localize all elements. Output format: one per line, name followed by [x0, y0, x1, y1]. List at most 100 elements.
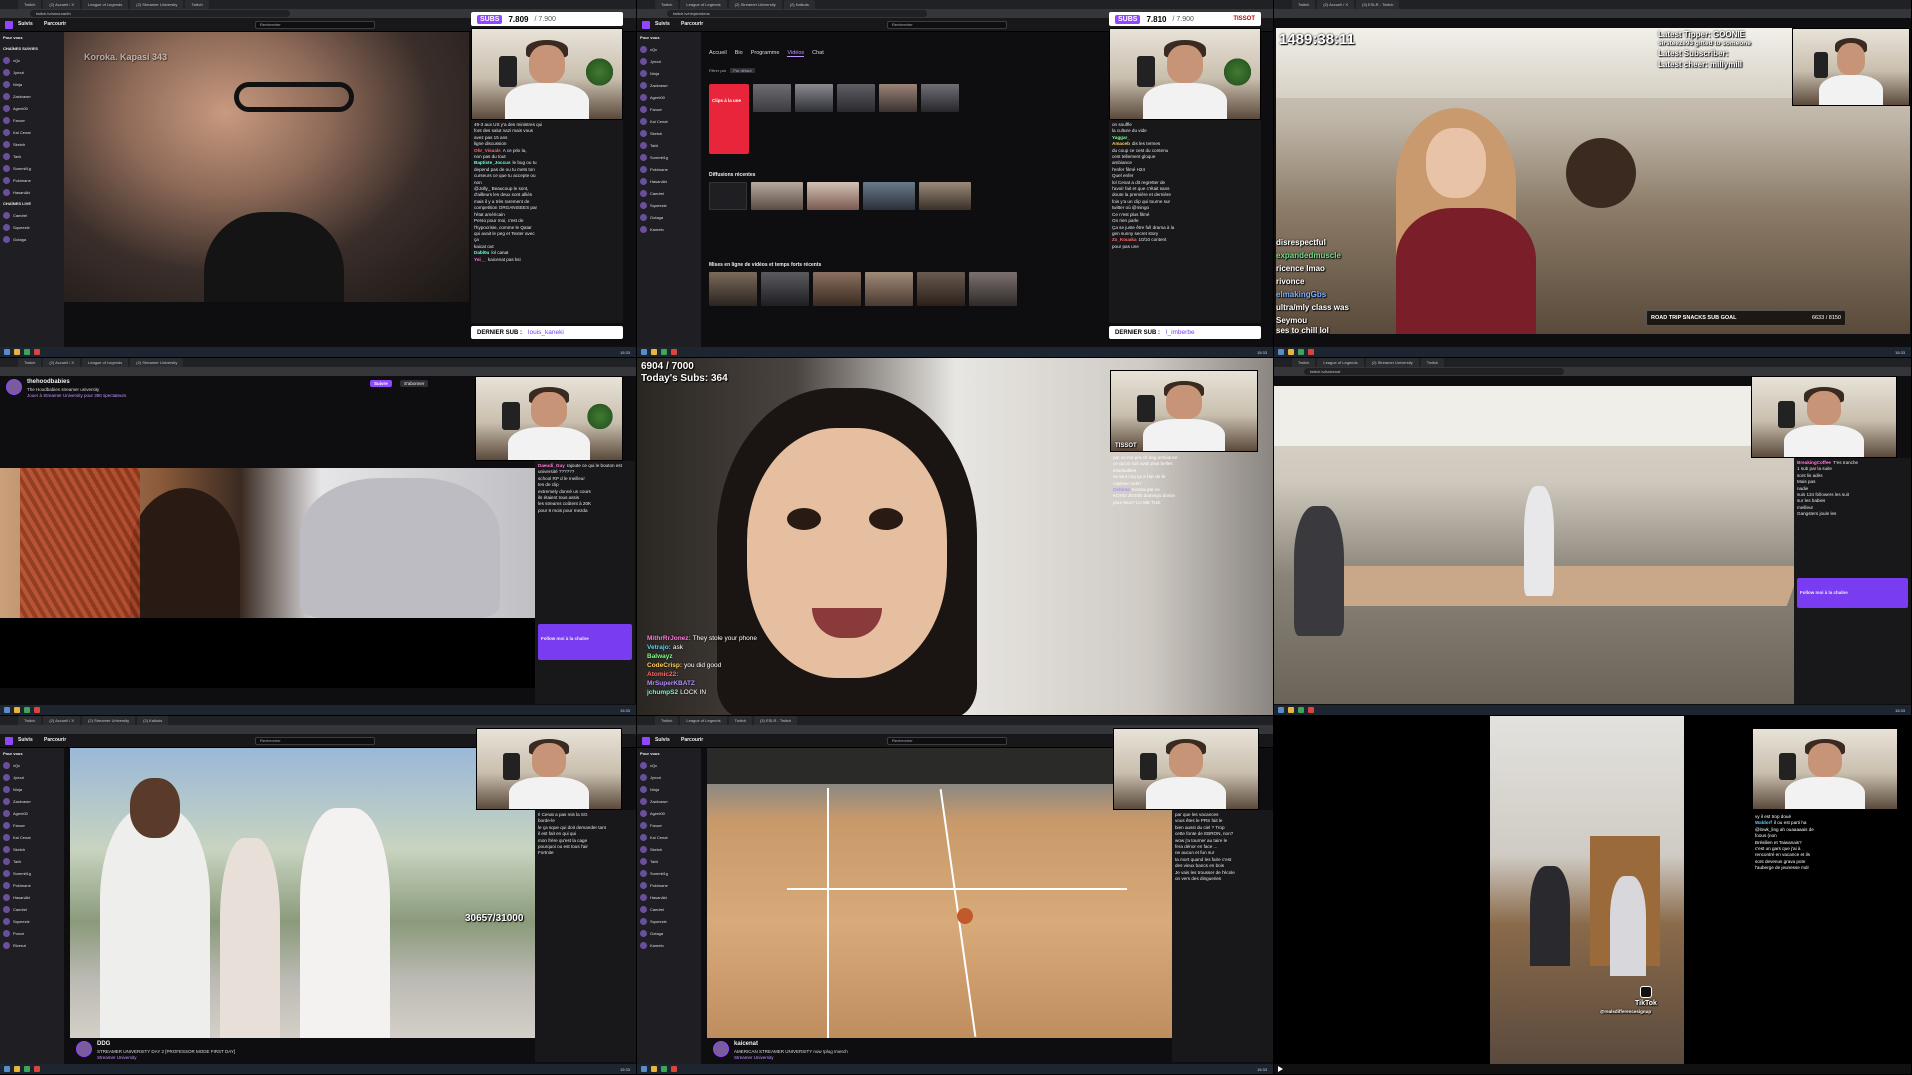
- browser-tab[interactable]: (3) ESLR - Twitch: [753, 716, 798, 725]
- sidebar-item[interactable]: Zackrawrr: [637, 79, 701, 91]
- chat-username[interactable]: MrSuperKBATZ: [647, 680, 695, 687]
- browser-tab[interactable]: Twitch: [728, 716, 752, 725]
- video-thumbnail[interactable]: [753, 84, 791, 112]
- tab-videos[interactable]: Vidéos: [787, 50, 805, 57]
- nav-following[interactable]: Suivis: [18, 737, 33, 743]
- sidebar-item[interactable]: Fanum: [0, 114, 64, 126]
- channel-avatar[interactable]: [713, 1041, 729, 1057]
- search-input[interactable]: Rechercher: [887, 737, 1007, 745]
- sidebar-item[interactable]: Kai Cenat: [0, 126, 64, 138]
- video-thumbnail[interactable]: [807, 182, 859, 210]
- stream-video[interactable]: 30657/31000: [70, 748, 535, 1038]
- sidebar-item[interactable]: xQc: [0, 54, 64, 66]
- twitch-logo-icon[interactable]: [5, 737, 13, 745]
- chrome-icon[interactable]: [661, 1066, 667, 1072]
- sidebar-item[interactable]: Gotaga: [637, 211, 701, 223]
- sidebar-item[interactable]: Sketch: [637, 843, 701, 855]
- sidebar-item[interactable]: Kai Cenat: [637, 831, 701, 843]
- windows-start-icon[interactable]: [1278, 707, 1284, 713]
- browser-tab[interactable]: Twitch: [18, 716, 42, 725]
- browser-tab[interactable]: League of Legends: [680, 716, 727, 725]
- sidebar-item[interactable]: Kai Cenat: [0, 831, 64, 843]
- folder-icon[interactable]: [1288, 349, 1294, 355]
- folder-icon[interactable]: [651, 349, 657, 355]
- browser-tab[interactable]: Twitch: [185, 0, 209, 9]
- sort-dropdown[interactable]: Par défaut: [730, 68, 755, 73]
- sidebar-item[interactable]: Summit1g: [0, 867, 64, 879]
- sidebar-item[interactable]: xQc: [637, 759, 701, 771]
- sidebar-item[interactable]: Ponce: [0, 927, 64, 939]
- video-thumbnail[interactable]: [709, 272, 757, 306]
- chrome-icon[interactable]: [24, 349, 30, 355]
- sidebar-item[interactable]: Summit1g: [637, 151, 701, 163]
- channel-name[interactable]: kaicenat: [734, 1041, 758, 1047]
- sidebar-item[interactable]: Pokimane: [0, 879, 64, 891]
- browser-tab[interactable]: (2) Accueil / X: [43, 716, 81, 725]
- chat-username[interactable]: Yoi__: [474, 257, 486, 262]
- sidebar-item[interactable]: Ninja: [0, 78, 64, 90]
- video-thumbnail[interactable]: [837, 84, 875, 112]
- video-thumbnail[interactable]: [751, 182, 803, 210]
- sidebar-item[interactable]: Agent00: [0, 807, 64, 819]
- browser-tab[interactable]: Twitch: [1292, 0, 1316, 9]
- video-thumbnail[interactable]: [863, 182, 915, 210]
- browser-tab[interactable]: Twitch: [1292, 358, 1316, 367]
- video-thumbnail[interactable]: [879, 84, 917, 112]
- sidebar-item[interactable]: Summit1g: [0, 162, 64, 174]
- channel-avatar[interactable]: [76, 1041, 92, 1057]
- video-thumbnail[interactable]: [709, 182, 747, 210]
- browser-tab[interactable]: (2) Accueil / X: [1317, 0, 1355, 9]
- app-icon[interactable]: [34, 349, 40, 355]
- chat-username[interactable]: Oshima: [1113, 487, 1130, 492]
- app-icon[interactable]: [34, 707, 40, 713]
- browser-tab[interactable]: Twitch: [18, 0, 42, 9]
- browser-tab[interactable]: (2) Streamer University: [130, 0, 184, 9]
- video-thumbnail[interactable]: [917, 272, 965, 306]
- chat-username[interactable]: Baptiste_Joccus: [474, 160, 511, 165]
- sidebar-item[interactable]: Kai Cenat: [637, 115, 701, 127]
- sidebar-item[interactable]: Pokimane: [0, 174, 64, 186]
- chat-username[interactable]: Ohr_Visuals: [474, 148, 501, 153]
- nav-browse[interactable]: Parcourir: [681, 21, 703, 27]
- chat-username[interactable]: BreakingCoffee: [1797, 460, 1831, 465]
- folder-icon[interactable]: [1288, 707, 1294, 713]
- sidebar-item[interactable]: Kameto: [637, 939, 701, 951]
- video-thumbnail[interactable]: [761, 272, 809, 306]
- browser-tab[interactable]: Twitch: [18, 358, 42, 367]
- sidebar-item[interactable]: Rivenzi: [0, 939, 64, 951]
- sidebar-item[interactable]: Zackrawrr: [0, 90, 64, 102]
- search-input[interactable]: Rechercher: [255, 737, 375, 745]
- nav-browse[interactable]: Parcourir: [681, 737, 703, 743]
- sidebar-item[interactable]: Squeezie: [637, 199, 701, 211]
- chat-username[interactable]: Daeudi_Guy: [538, 463, 565, 468]
- url-input[interactable]: twitch.tv/kaicenat: [1304, 368, 1564, 375]
- chat-username[interactable]: Atomic22:: [647, 671, 678, 678]
- sidebar-item[interactable]: Jynxzi: [637, 771, 701, 783]
- app-icon[interactable]: [34, 1066, 40, 1072]
- browser-tab[interactable]: (2) Kaikuts: [137, 716, 169, 725]
- browser-tab[interactable]: (2) Streamer University: [728, 0, 782, 9]
- browser-tab[interactable]: Twitch: [655, 0, 679, 9]
- sidebar-item[interactable]: Jynxzi: [637, 55, 701, 67]
- nav-browse[interactable]: Parcourir: [44, 21, 66, 27]
- sidebar-item[interactable]: Gotaga: [0, 233, 64, 245]
- chat-username[interactable]: Balwayz: [647, 653, 673, 660]
- sidebar-item[interactable]: Ninja: [637, 783, 701, 795]
- sidebar-item[interactable]: Pokimane: [637, 879, 701, 891]
- nav-following[interactable]: Suivis: [655, 21, 670, 27]
- sidebar-item[interactable]: Sketch: [637, 127, 701, 139]
- sidebar-item[interactable]: Sketch: [0, 843, 64, 855]
- tab-home[interactable]: Accueil: [709, 50, 727, 57]
- sidebar-item[interactable]: Tarik: [637, 139, 701, 151]
- browser-tab[interactable]: (3) ESLR - Twitch: [1356, 0, 1400, 9]
- video-thumbnail[interactable]: [919, 182, 971, 210]
- sidebar-item[interactable]: Jynxzi: [0, 66, 64, 78]
- folder-icon[interactable]: [14, 707, 20, 713]
- sidebar-item[interactable]: Squeezie: [637, 915, 701, 927]
- sidebar-item[interactable]: Sketch: [0, 138, 64, 150]
- folder-icon[interactable]: [651, 1066, 657, 1072]
- browser-tab[interactable]: (2) Streamer University: [82, 716, 136, 725]
- tiktok-video[interactable]: TikTok @realsdifferencesignup: [1490, 716, 1684, 1064]
- browser-tab[interactable]: (2) Accueil / X: [43, 0, 81, 9]
- channel-category[interactable]: Jouer à Streamer University pour 390 spe…: [27, 393, 126, 398]
